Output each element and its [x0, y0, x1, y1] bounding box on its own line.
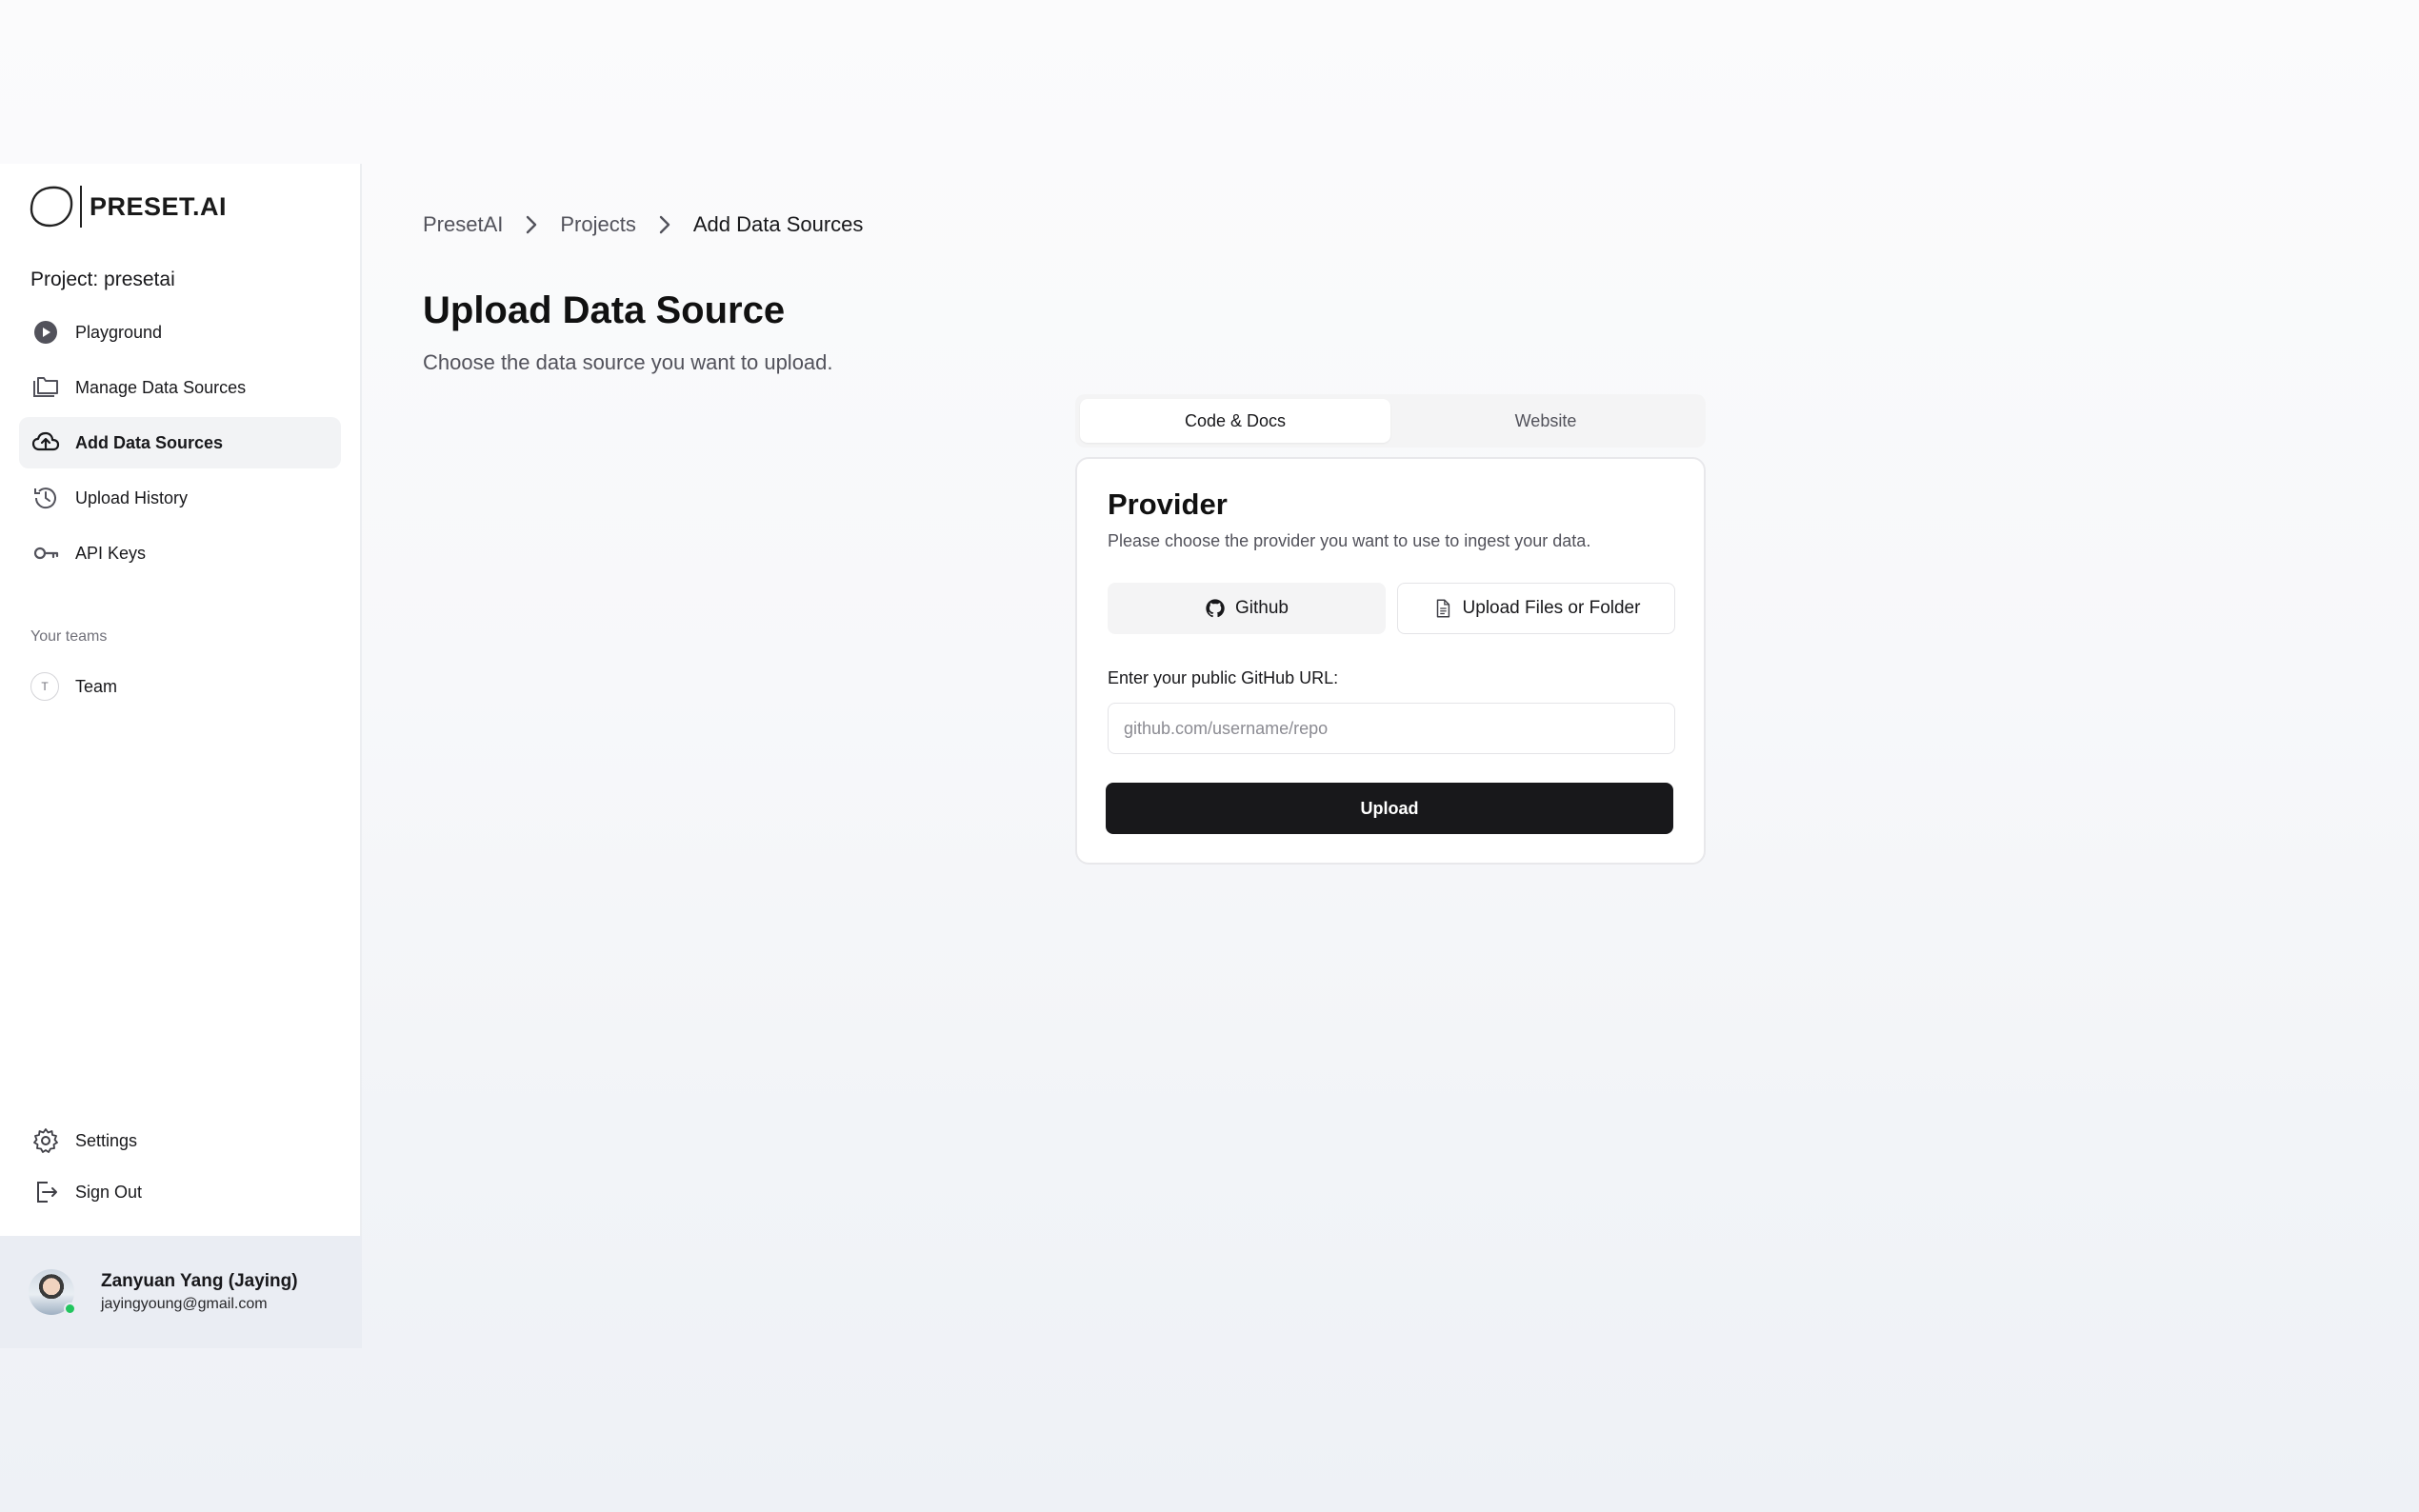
avatar: [29, 1269, 76, 1315]
user-info: Zanyuan Yang (Jaying) jayingyoung@gmail.…: [101, 1271, 298, 1313]
cloud-upload-icon: [30, 428, 61, 458]
breadcrumb-item-current: Add Data Sources: [692, 212, 864, 236]
history-icon: [30, 483, 61, 513]
provider-description: Please choose the provider you want to u…: [1108, 531, 1591, 550]
chevron-right-icon: [518, 211, 545, 238]
gear-icon: [30, 1125, 61, 1156]
sidebar-item-team[interactable]: T Team: [30, 672, 117, 701]
sidebar-nav: Playground Manage Data Sources Add Data …: [19, 307, 341, 583]
online-status-dot: [64, 1303, 76, 1315]
github-url-label: Enter your public GitHub URL:: [1108, 668, 1339, 687]
logo-divider: [80, 186, 82, 228]
sidebar-item-label: Manage Data Sources: [75, 377, 247, 397]
app-shell: PRESET.AI Project: presetai Playground M…: [0, 164, 2419, 1348]
sidebar-item-upload-history[interactable]: Upload History: [19, 472, 341, 524]
key-icon: [30, 538, 61, 568]
brand-name: PRESET.AI: [90, 191, 228, 221]
sidebar-item-settings[interactable]: Settings: [19, 1116, 341, 1165]
user-profile[interactable]: Zanyuan Yang (Jaying) jayingyoung@gmail.…: [0, 1236, 362, 1348]
sidebar-item-label: Sign Out: [75, 1182, 143, 1202]
sidebar-item-label: Add Data Sources: [75, 432, 224, 452]
file-icon: [1436, 599, 1449, 618]
github-provider-label: Github: [1235, 598, 1289, 618]
user-email: jayingyoung@gmail.com: [101, 1296, 268, 1312]
project-label: Project: presetai: [30, 269, 175, 290]
play-circle-icon: [30, 317, 61, 348]
upload-files-button[interactable]: Upload Files or Folder: [1397, 583, 1675, 634]
teams-heading: Your teams: [30, 628, 108, 645]
tab-website[interactable]: Website: [1390, 399, 1701, 443]
user-name: Zanyuan Yang (Jaying): [101, 1271, 298, 1291]
blob-outline-icon: [30, 186, 73, 228]
tab-code-docs[interactable]: Code & Docs: [1080, 399, 1390, 443]
sidebar-item-label: Settings: [75, 1130, 138, 1150]
sidebar-item-label: API Keys: [75, 543, 147, 563]
sidebar-item-manage-data-sources[interactable]: Manage Data Sources: [19, 362, 341, 413]
breadcrumb: PresetAI Projects Add Data Sources: [423, 211, 863, 238]
team-avatar: T: [30, 672, 59, 701]
github-provider-button[interactable]: Github: [1108, 583, 1386, 634]
github-icon: [1206, 599, 1225, 618]
sign-out-icon: [30, 1177, 61, 1207]
page-subtitle: Choose the data source you want to uploa…: [423, 350, 833, 374]
sidebar-item-api-keys[interactable]: API Keys: [19, 527, 341, 579]
breadcrumb-item-presetai[interactable]: PresetAI: [423, 212, 503, 237]
brand-logo[interactable]: PRESET.AI: [29, 185, 227, 229]
sidebar-item-add-data-sources[interactable]: Add Data Sources: [19, 417, 341, 468]
sidebar-item-playground[interactable]: Playground: [19, 307, 341, 358]
source-tabs: Code & Docs Website: [1075, 394, 1706, 448]
sidebar: PRESET.AI Project: presetai Playground M…: [0, 164, 362, 1348]
github-url-input[interactable]: [1108, 703, 1675, 754]
folders-icon: [30, 372, 61, 403]
chevron-right-icon: [651, 211, 678, 238]
main-content: PresetAI Projects Add Data Sources Uploa…: [364, 164, 2419, 1348]
upload-files-label: Upload Files or Folder: [1462, 598, 1641, 618]
sidebar-bottom-nav: Settings Sign Out: [19, 1116, 341, 1219]
team-label: Team: [75, 676, 118, 696]
breadcrumb-item-projects[interactable]: Projects: [560, 212, 635, 237]
upload-button[interactable]: Upload: [1106, 783, 1673, 834]
sidebar-item-label: Playground: [75, 322, 163, 342]
sidebar-item-sign-out[interactable]: Sign Out: [19, 1167, 341, 1217]
page-title: Upload Data Source: [423, 289, 786, 331]
provider-title: Provider: [1108, 487, 1228, 521]
sidebar-item-label: Upload History: [75, 487, 189, 507]
